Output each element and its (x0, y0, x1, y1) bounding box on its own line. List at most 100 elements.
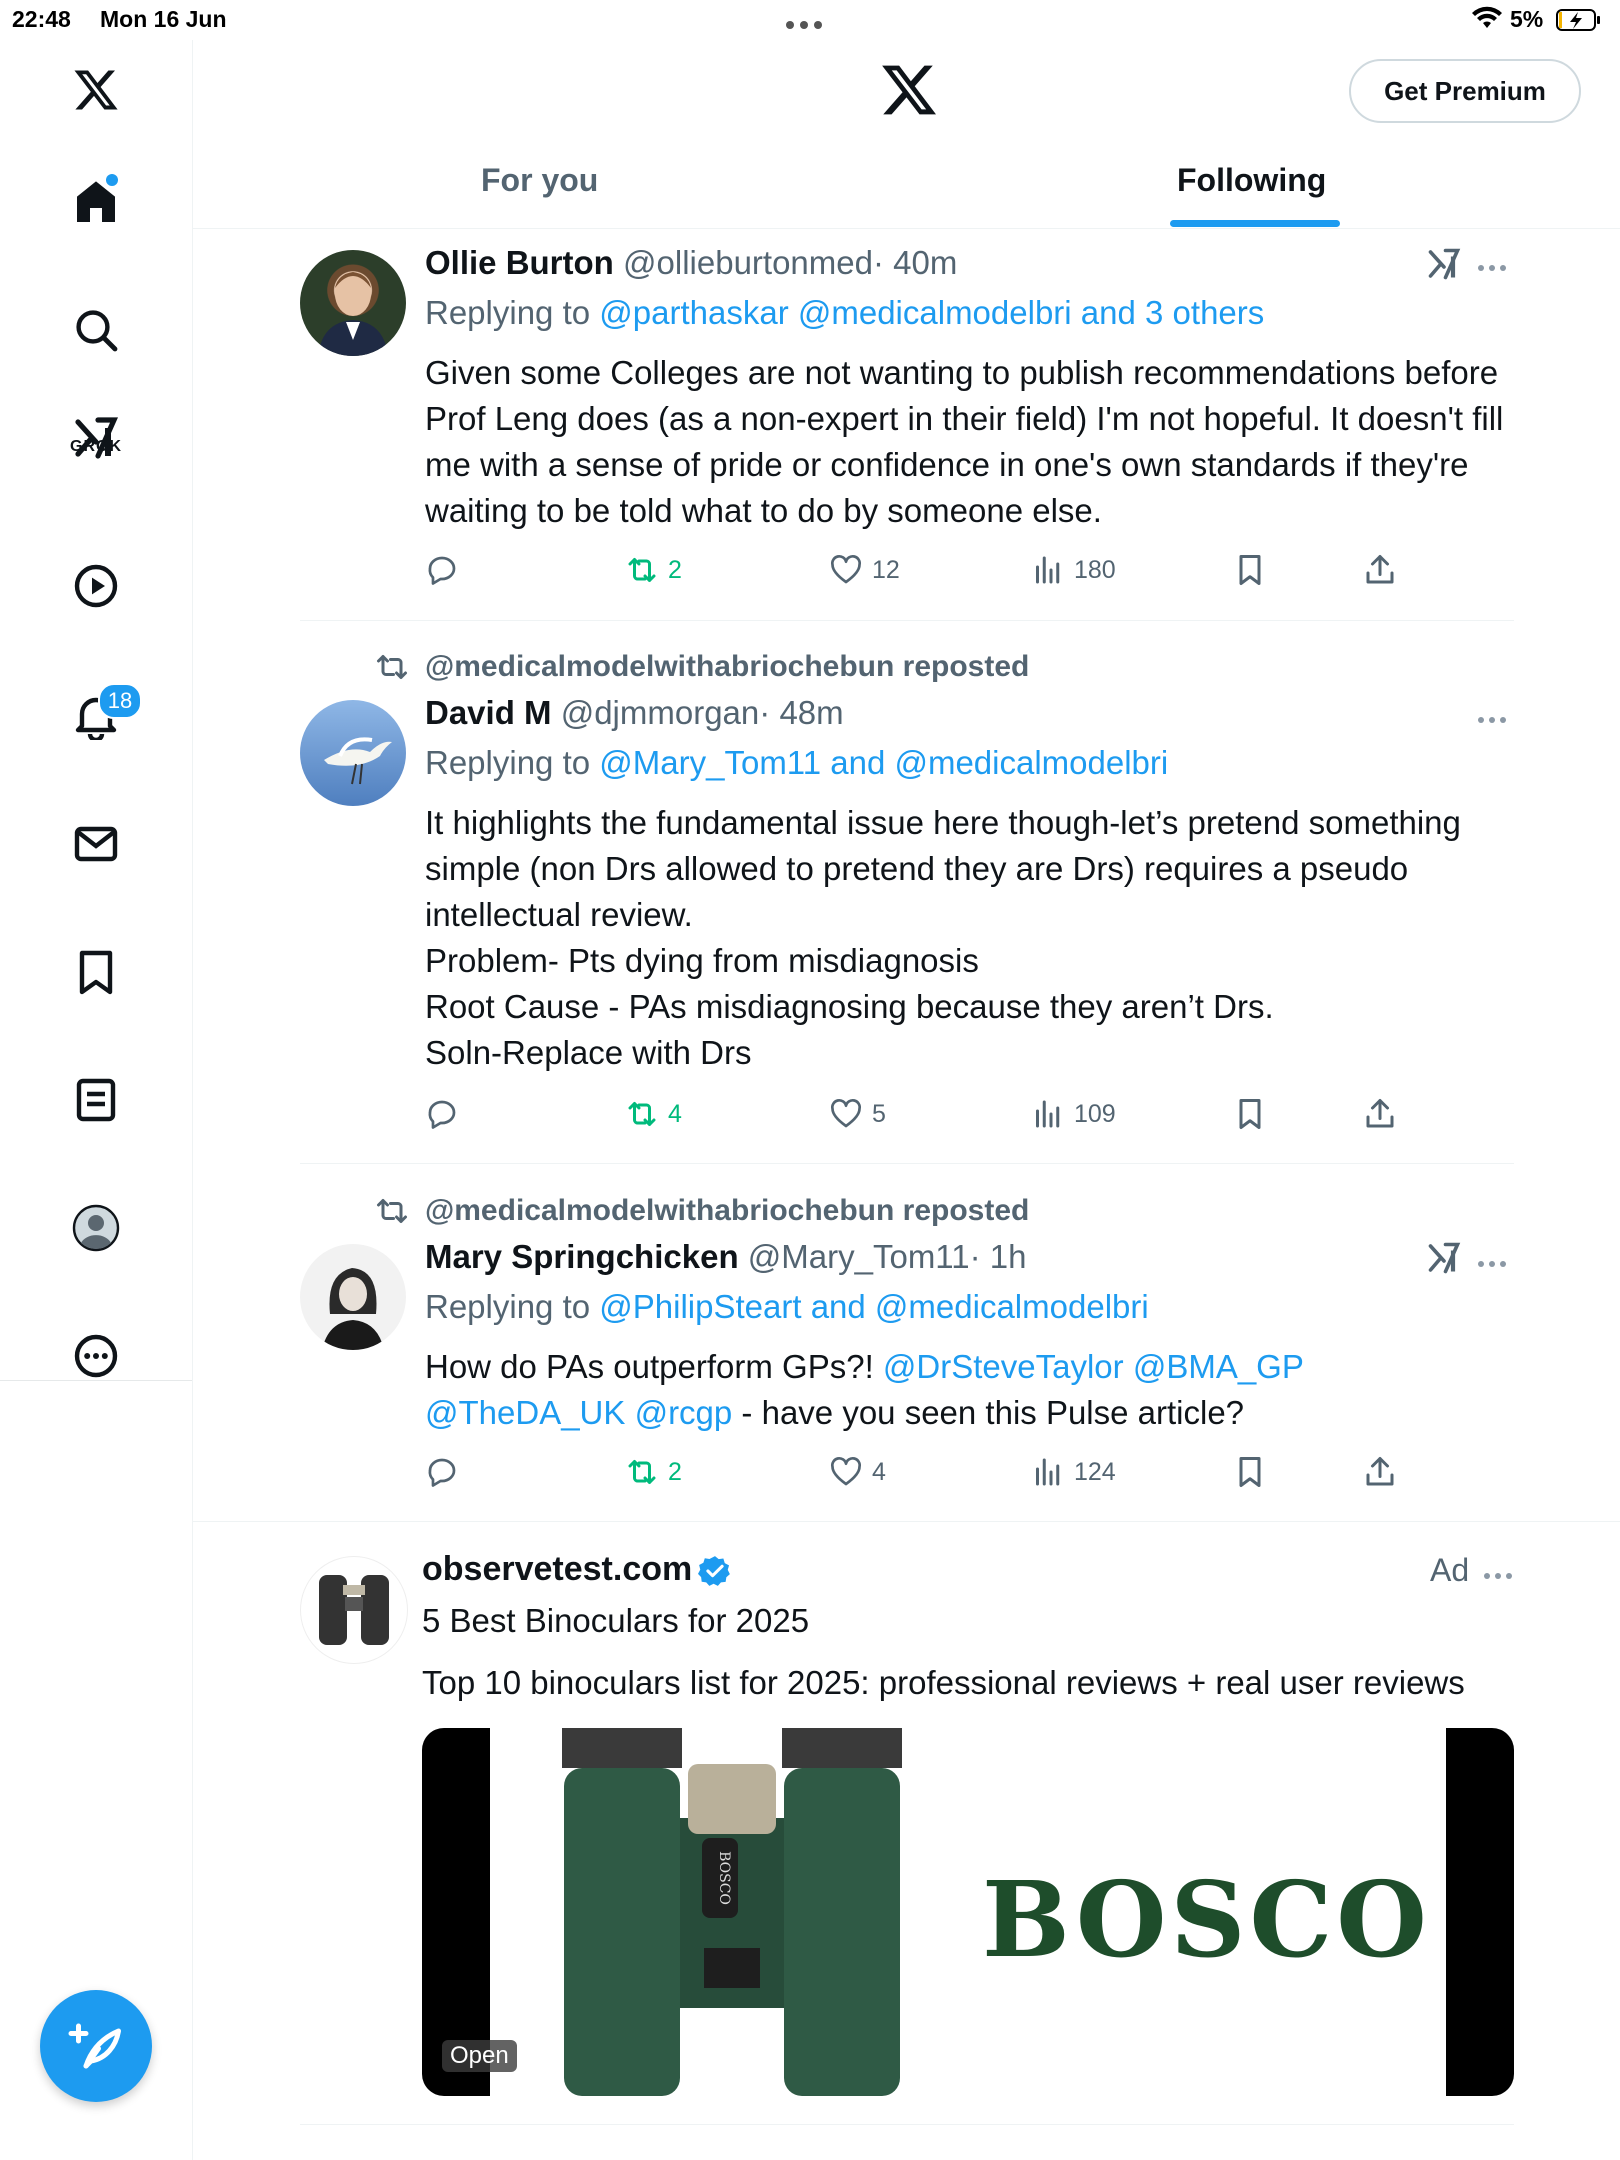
status-date: Mon 16 Jun (100, 6, 227, 32)
views-button[interactable]: 180 (1030, 550, 1116, 590)
views-chart-icon (1036, 1458, 1060, 1486)
repost-count: 2 (668, 1457, 682, 1486)
status-time: 22:48 (12, 6, 71, 32)
tab-following[interactable]: Following (1177, 162, 1326, 199)
advertiser-avatar[interactable] (300, 1556, 408, 1664)
tweet-more-icon[interactable] (1478, 710, 1514, 723)
heart-icon (831, 1457, 861, 1486)
avatar[interactable] (300, 250, 406, 356)
tweet-divider (300, 620, 1514, 621)
views-chart-icon (1036, 556, 1060, 584)
ad-label: Ad (1430, 1552, 1470, 1588)
sidebar-divider (0, 1380, 192, 1381)
tweet-more-icon[interactable] (1478, 1254, 1514, 1267)
messages-envelope-icon[interactable] (66, 814, 126, 874)
reply-icon (428, 1458, 456, 1487)
author-handle[interactable]: @Mary_Tom11 (748, 1238, 970, 1275)
advertiser-name[interactable]: observetest.com (422, 1550, 692, 1589)
repost-button[interactable]: 2 (624, 1452, 682, 1492)
like-button[interactable]: 12 (828, 550, 900, 590)
bookmark-button[interactable] (1232, 550, 1276, 590)
bookmark-button[interactable] (1232, 1094, 1276, 1134)
tweet-divider (300, 1163, 1514, 1164)
share-icon (1366, 555, 1394, 584)
share-button[interactable] (1362, 550, 1406, 590)
avatar[interactable] (300, 700, 406, 806)
x-logo-icon[interactable] (66, 60, 126, 120)
post-time[interactable]: · 1h (970, 1238, 1027, 1275)
tweet-divider (300, 2124, 1514, 2125)
author-handle[interactable]: @ollieburtonmed (623, 244, 873, 281)
repost-button[interactable]: 4 (624, 1094, 682, 1134)
ad-media-image[interactable]: BOSCO BOSCO Open (422, 1728, 1514, 2096)
post-time[interactable]: · 40m (873, 244, 957, 281)
view-count: 109 (1074, 1099, 1116, 1128)
replying-to-mentions[interactable]: @parthaskar @medicalmodelbri and 3 other… (599, 294, 1264, 331)
post-time[interactable]: · 48m (759, 694, 843, 731)
x-logo-header-icon[interactable] (879, 60, 939, 120)
share-button[interactable] (1362, 1452, 1406, 1492)
replying-to-mentions[interactable]: @PhilipSteart and @medicalmodelbri (599, 1288, 1148, 1325)
like-count: 5 (872, 1099, 886, 1128)
get-premium-button[interactable]: Get Premium (1349, 59, 1581, 123)
author-name[interactable]: David M (425, 694, 552, 731)
views-chart-icon (1036, 1100, 1060, 1128)
bookmark-icon (1239, 1457, 1261, 1487)
author-name[interactable]: Ollie Burton (425, 244, 614, 281)
tweet-mentions[interactable]: @DrSteveTaylor @BMA_GP (883, 1348, 1304, 1385)
reply-button[interactable] (424, 1094, 468, 1134)
like-count: 4 (872, 1457, 886, 1486)
media-letterbox-right (1446, 1728, 1514, 2096)
views-button[interactable]: 124 (1030, 1452, 1116, 1492)
grok-explain-icon[interactable] (1424, 1240, 1464, 1276)
views-button[interactable]: 109 (1030, 1094, 1116, 1134)
video-play-icon[interactable] (66, 556, 126, 616)
tweet-text-suffix: - have you seen this Pulse article? (732, 1394, 1245, 1431)
bookmark-icon (1239, 1099, 1261, 1129)
tweet-actions: 2 4 124 (424, 1452, 1424, 1492)
share-button[interactable] (1362, 1094, 1406, 1134)
lists-icon[interactable] (66, 1070, 126, 1130)
author-handle[interactable]: @djmmorgan (561, 694, 760, 731)
replying-to-label: Replying to (425, 1288, 591, 1325)
search-icon[interactable] (66, 300, 126, 360)
replying-to-mentions[interactable]: @Mary_Tom11 and @medicalmodelbri (599, 744, 1168, 781)
brand-logo-text: BOSCO (982, 1858, 1431, 1981)
tab-for-you[interactable]: For you (481, 162, 598, 199)
like-button[interactable]: 4 (828, 1452, 886, 1492)
open-link-label[interactable]: Open (442, 2040, 517, 2072)
like-count: 12 (872, 555, 900, 584)
binoculars-brand-text: BOSCO (716, 1851, 732, 1905)
grok-explain-icon[interactable] (1424, 246, 1464, 282)
battery-charging-icon (1556, 9, 1600, 31)
author-name[interactable]: Mary Springchicken (425, 1238, 739, 1275)
bookmark-button[interactable] (1232, 1452, 1276, 1492)
multitasking-dots-icon[interactable] (786, 16, 830, 29)
repost-icon (628, 1102, 656, 1126)
timeline-header: Get Premium For you Following (193, 40, 1620, 229)
battery-percent: 5% (1510, 6, 1544, 32)
reply-button[interactable] (424, 1452, 468, 1492)
tweet-text: It highlights the fundamental issue here… (425, 804, 1461, 1071)
reposted-by[interactable]: @medicalmodelwithabriochebun reposted (425, 650, 1029, 684)
view-count: 180 (1074, 555, 1116, 584)
status-bar: 22:48 Mon 16 Jun 5% (0, 0, 1620, 40)
compose-post-button[interactable] (40, 1990, 152, 2102)
ad-title: 5 Best Binoculars for 2025 (422, 1602, 810, 1639)
more-options-icon[interactable] (66, 1326, 126, 1386)
reply-button[interactable] (424, 550, 468, 590)
tweet-more-icon[interactable] (1478, 258, 1514, 271)
ad-more-icon[interactable] (1484, 1566, 1520, 1579)
repost-button[interactable]: 2 (624, 550, 682, 590)
reposted-by[interactable]: @medicalmodelwithabriochebun reposted (425, 1194, 1029, 1228)
bookmarks-icon[interactable] (66, 942, 126, 1002)
share-icon (1366, 1099, 1394, 1128)
tweet-mentions[interactable]: @TheDA_UK @rcgp (425, 1394, 732, 1431)
notifications-badge: 18 (98, 683, 142, 719)
profile-avatar-icon[interactable] (66, 1198, 126, 1258)
grok-label: GROK (70, 438, 122, 455)
like-button[interactable]: 5 (828, 1094, 886, 1134)
reply-icon (428, 1100, 456, 1129)
avatar[interactable] (300, 1244, 406, 1350)
tweet-text: How do PAs outperform GPs?! @DrSteveTayl… (425, 1344, 1515, 1436)
